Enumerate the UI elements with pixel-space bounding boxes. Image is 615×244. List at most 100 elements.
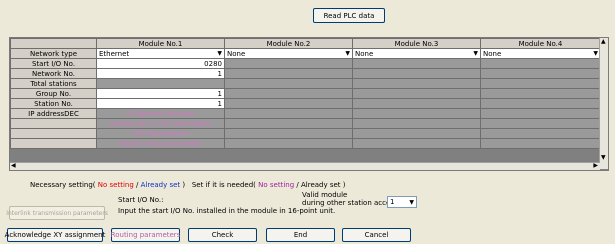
empty-cell [352,128,481,139]
corner-cell [10,38,97,49]
interlink-transmission-parameters-button[interactable]: Interlink transmission parameters [6,206,108,220]
legend-no-setting: No setting [97,181,134,189]
acknowledge-xy-assignment-button[interactable]: Acknowledge XY assignment [5,228,105,242]
network-type-value: None [355,49,374,58]
ftp-parameters-button[interactable]: FTP Parameters [96,128,225,139]
chevron-down-icon[interactable]: ▼ [217,50,222,57]
table-row: Network type Ethernet ▼ None ▼ None ▼ None ▼ [10,48,601,59]
table-row: Router relay parameter [10,138,601,149]
station-no-input-module-4[interactable] [480,98,601,109]
table-row: Group No. 1 [10,88,601,99]
total-stations-input-module-3[interactable] [352,78,481,89]
chevron-down-icon[interactable]: ▼ [473,50,478,57]
row-header-group-no: Group No. [10,88,97,99]
check-button[interactable]: Check [188,228,257,242]
row-header-network-no: Network No. [10,68,97,79]
legend-close: ) [182,181,186,189]
scroll-down-icon[interactable]: ▼ [601,154,606,161]
empty-cell [352,138,481,149]
total-stations-input-module-1[interactable] [96,78,225,89]
table-row: Network No. 1 [10,68,601,79]
empty-cell [352,118,481,129]
legend-close: ) [342,181,346,189]
valid-module-select[interactable]: 1 ▼ [387,196,417,208]
group-no-input-module-4[interactable] [480,88,601,99]
empty-cell [480,138,601,149]
row-header-blank [10,118,97,129]
table-row: Start I/O No. 0280 [10,58,601,69]
network-no-input-module-2[interactable] [224,68,353,79]
table-row: Total stations [10,78,601,89]
vertical-scrollbar[interactable]: ▲ ▼ [599,38,608,169]
column-header-module-2: Module No.2 [224,38,353,49]
scroll-left-icon[interactable]: ◀ [11,162,16,169]
scroll-right-icon[interactable]: ▶ [593,162,598,169]
start-io-input-module-3[interactable] [352,58,481,69]
station-no-input-module-2[interactable] [224,98,353,109]
routing-parameters-button[interactable]: Routing parameters [111,228,180,242]
row-header-ip-address: IP addressDEC [10,108,97,119]
network-type-value: Ethernet [99,49,130,58]
valid-module-label: Valid module [302,191,348,199]
chevron-down-icon[interactable]: ▼ [409,199,416,206]
station-no-input-module-3[interactable] [352,98,481,109]
network-type-select-module-2[interactable]: None ▼ [224,48,353,59]
group-no-input-module-3[interactable] [352,88,481,99]
group-no-input-module-1[interactable]: 1 [96,88,225,99]
network-no-input-module-1[interactable]: 1 [96,68,225,79]
network-type-value: None [483,49,502,58]
row-header-station-no: Station No. [10,98,97,109]
setting-legend: Necessary setting( No setting / Already … [30,181,346,189]
station-no-input-module-1[interactable]: 1 [96,98,225,109]
network-type-value: None [227,49,246,58]
horizontal-scrollbar[interactable]: ◀ ▶ [10,162,600,170]
start-io-input-module-4[interactable] [480,58,601,69]
ip-address-settings-button[interactable]: IP Address Settings [96,108,225,119]
row-header-blank [10,128,97,139]
empty-cell [224,108,353,119]
row-header-blank [10,138,97,149]
start-io-input-module-2[interactable] [224,58,353,69]
group-no-input-module-2[interactable] [224,88,353,99]
empty-cell [224,138,353,149]
router-relay-parameter-button[interactable]: Router relay parameter [96,138,225,149]
legend-slash: / [296,181,299,189]
empty-cell [480,118,601,129]
chevron-down-icon[interactable]: ▼ [345,50,350,57]
legend-already-set: Already set [140,181,181,189]
valid-module-value: 1 [390,198,395,206]
read-plc-data-button[interactable]: Read PLC data [313,8,385,23]
cancel-button[interactable]: Cancel [342,228,411,242]
valid-module-label-2: during other station access [302,199,398,207]
legend-no-setting-optional: No setting [258,181,295,189]
start-io-info-label: Start I/O No.: [118,196,164,204]
table-row: IP addressDEC IP Address Settings [10,108,601,119]
network-no-input-module-4[interactable] [480,68,601,79]
row-header-start-io: Start I/O No. [10,58,97,69]
column-header-module-3: Module No.3 [352,38,481,49]
scroll-up-icon[interactable]: ▲ [601,38,606,45]
network-type-select-module-4[interactable]: None ▼ [480,48,601,59]
legend-slash: / [136,181,139,189]
total-stations-input-module-2[interactable] [224,78,353,89]
end-button[interactable]: End [266,228,335,242]
table-row: Station No.<->IP information [10,118,601,129]
row-header-network-type: Network type [10,48,97,59]
network-no-input-module-3[interactable] [352,68,481,79]
empty-cell [224,118,353,129]
empty-cell [480,108,601,119]
total-stations-input-module-4[interactable] [480,78,601,89]
legend-necessary-label: Necessary setting( [30,181,96,189]
station-ip-information-button[interactable]: Station No.<->IP information [96,118,225,129]
network-type-select-module-3[interactable]: None ▼ [352,48,481,59]
empty-cell [224,128,353,139]
legend-if-needed-label: Set if it is needed( [191,181,256,189]
network-type-select-module-1[interactable]: Ethernet ▼ [96,48,225,59]
empty-cell [352,108,481,119]
column-header-module-1: Module No.1 [96,38,225,49]
chevron-down-icon[interactable]: ▼ [593,50,598,57]
start-io-input-module-1[interactable]: 0280 [96,58,225,69]
row-header-total-stations: Total stations [10,78,97,89]
table-row: Station No. 1 [10,98,601,109]
network-parameter-grid: Module No.1 Module No.2 Module No.3 Modu… [9,37,609,171]
